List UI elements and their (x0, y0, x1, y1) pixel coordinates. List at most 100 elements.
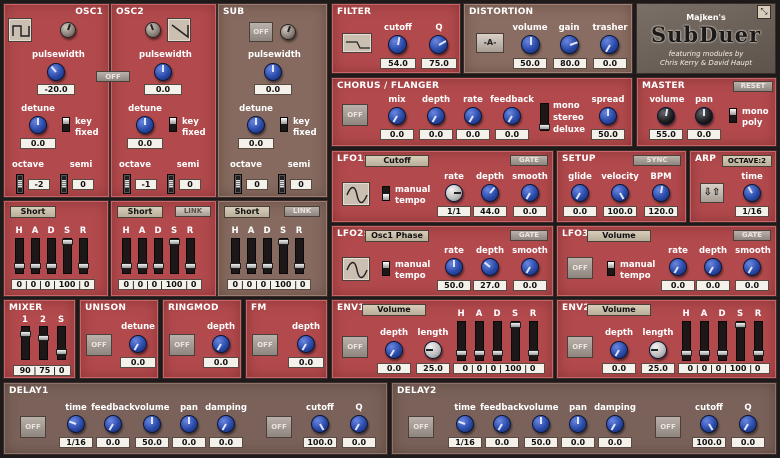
arp-octave-select[interactable]: OCTAVE:2 (722, 155, 772, 167)
unison-detune-knob[interactable] (129, 335, 147, 353)
lfo3-gate-button[interactable]: GATE (733, 230, 771, 241)
env-s-fader[interactable] (735, 321, 746, 361)
chorus-depth-knob[interactable] (427, 107, 445, 125)
env-s-fader[interactable] (510, 321, 521, 361)
osc1-envelope-preset[interactable]: Short (10, 206, 56, 218)
lfo2-rate-knob[interactable] (445, 258, 463, 276)
setup-velocity-knob[interactable] (611, 184, 629, 202)
filter-q-knob[interactable] (429, 35, 448, 54)
delay1-feedback-knob[interactable] (104, 415, 122, 433)
lfo3-target-select[interactable]: Volume (587, 230, 651, 242)
ringmod-depth-knob[interactable] (212, 335, 230, 353)
osc1-keyfixed-toggle[interactable] (62, 117, 70, 132)
master-pan-knob[interactable] (695, 107, 713, 125)
osc1-waveform-button[interactable] (8, 18, 32, 42)
env-a-fader[interactable] (474, 321, 485, 361)
arp-mode-button[interactable]: ⇩⇧ (700, 183, 724, 203)
env-a-fader[interactable] (699, 321, 710, 361)
sub-off-button[interactable]: OFF (249, 22, 273, 42)
delay2-q-knob[interactable] (739, 415, 757, 433)
osc1-semi-switch[interactable] (60, 174, 68, 194)
lfo1-depth-knob[interactable] (481, 184, 499, 202)
delay1-off-button[interactable]: OFF (20, 416, 46, 438)
master-reset-button[interactable]: RESET (733, 81, 773, 92)
setup-sync-button[interactable]: SYNC (633, 155, 681, 166)
env-h-fader[interactable] (681, 321, 692, 361)
osc1-octave-switch[interactable] (16, 174, 24, 194)
lfo2-gate-button[interactable]: GATE (510, 230, 548, 241)
env-d-fader[interactable] (717, 321, 728, 361)
env-h-fader[interactable] (230, 238, 241, 274)
master-volume-knob[interactable] (657, 107, 675, 125)
env1-target-select[interactable]: Volume (362, 304, 426, 316)
env-r-fader[interactable] (753, 321, 764, 361)
distortion-mode-button[interactable]: -A- (476, 33, 504, 53)
lfo3-manual-tempo-toggle[interactable] (607, 261, 615, 276)
env-d-fader[interactable] (153, 238, 164, 274)
osc1-wave-knob[interactable] (60, 22, 76, 38)
sub-keyfixed-toggle[interactable] (280, 117, 288, 132)
env-s-fader[interactable] (169, 238, 180, 274)
env-d-fader[interactable] (46, 238, 57, 274)
env-h-fader[interactable] (121, 238, 132, 274)
osc2-wave-knob[interactable] (145, 22, 161, 38)
setup-bpm-knob[interactable] (652, 184, 670, 202)
env1-depth-knob[interactable] (385, 341, 403, 359)
osc2-envelope-preset[interactable]: Short (117, 206, 163, 218)
unison-off-button[interactable]: OFF (86, 334, 112, 356)
chorus-spread-knob[interactable] (599, 107, 617, 125)
env-a-fader[interactable] (246, 238, 257, 274)
lfo1-waveform-button[interactable] (342, 182, 370, 206)
sub-pulsewidth-knob[interactable] (264, 63, 282, 81)
delay2-time-knob[interactable] (456, 415, 474, 433)
osc2-envelope-link-button[interactable]: LINK (175, 206, 211, 217)
filter-cutoff-knob[interactable] (388, 35, 407, 54)
lfo3-smooth-knob[interactable] (743, 258, 761, 276)
lfo3-rate-knob[interactable] (669, 258, 687, 276)
chorus-off-button[interactable]: OFF (342, 104, 368, 126)
env-r-fader[interactable] (185, 238, 196, 274)
sub-wave-knob[interactable] (280, 24, 296, 40)
env-a-fader[interactable] (30, 238, 41, 274)
delay1-pan-knob[interactable] (180, 415, 198, 433)
filter-type-button[interactable] (342, 33, 372, 53)
delay2-off-button[interactable]: OFF (408, 416, 434, 438)
env2-depth-knob[interactable] (610, 341, 628, 359)
osc2-semi-switch[interactable] (167, 174, 175, 194)
osc1-detune-knob[interactable] (29, 116, 47, 134)
resize-icon[interactable]: ⤡ (757, 5, 771, 19)
env-r-fader[interactable] (528, 321, 539, 361)
lfo2-depth-knob[interactable] (481, 258, 499, 276)
delay1-time-knob[interactable] (67, 415, 85, 433)
chorus-mix-knob[interactable] (388, 107, 406, 125)
env-d-fader[interactable] (262, 238, 273, 274)
env2-length-knob[interactable] (649, 341, 667, 359)
env-r-fader[interactable] (294, 238, 305, 274)
env-s-fader[interactable] (278, 238, 289, 274)
osc2-pulsewidth-knob[interactable] (154, 63, 172, 81)
env1-length-knob[interactable] (424, 341, 442, 359)
lfo2-target-select[interactable]: Osc1 Phase (365, 230, 429, 242)
env1-off-button[interactable]: OFF (342, 336, 368, 358)
env-d-fader[interactable] (492, 321, 503, 361)
sub-octave-switch[interactable] (234, 174, 242, 194)
lfo2-smooth-knob[interactable] (521, 258, 539, 276)
osc1-off-button[interactable]: OFF (96, 71, 130, 82)
chorus-rate-knob[interactable] (464, 107, 482, 125)
distortion-volume-knob[interactable] (521, 35, 540, 54)
chorus-mode-switch[interactable] (539, 103, 550, 131)
mixer-sub-fader[interactable] (56, 326, 67, 360)
lfo2-waveform-button[interactable] (342, 257, 370, 281)
delay2-filter-off-button[interactable]: OFF (655, 416, 681, 438)
osc2-detune-knob[interactable] (136, 116, 154, 134)
lfo1-rate-knob[interactable] (445, 184, 463, 202)
delay2-volume-knob[interactable] (532, 415, 550, 433)
mixer-osc2-fader[interactable] (38, 326, 49, 360)
delay2-damping-knob[interactable] (606, 415, 624, 433)
env-r-fader[interactable] (78, 238, 89, 274)
setup-glide-knob[interactable] (571, 184, 589, 202)
arp-time-knob[interactable] (743, 184, 761, 202)
osc2-octave-switch[interactable] (123, 174, 131, 194)
osc2-keyfixed-toggle[interactable] (169, 117, 177, 132)
lfo1-gate-button[interactable]: GATE (510, 155, 548, 166)
